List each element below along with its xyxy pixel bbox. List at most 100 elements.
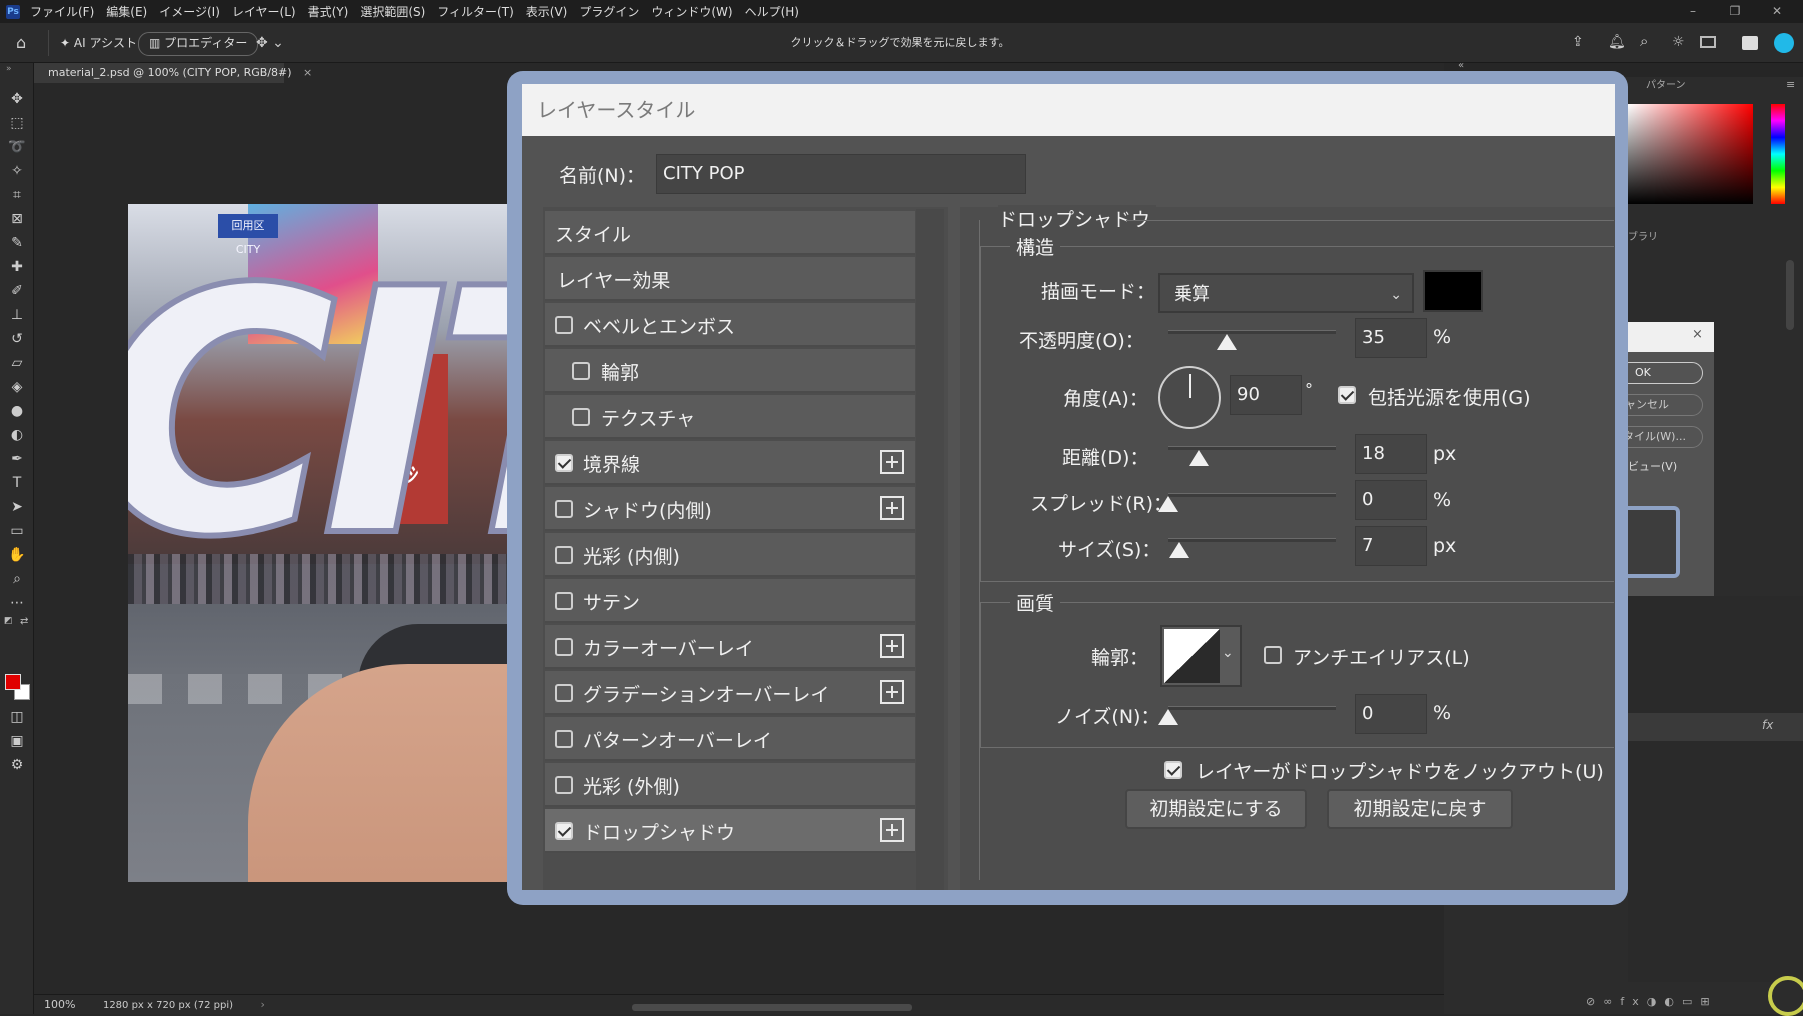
distance-slider-thumb[interactable] xyxy=(1189,450,1209,466)
edit-toolbar-icon[interactable]: ⚙ xyxy=(8,756,26,774)
angle-input[interactable]: 90 xyxy=(1230,375,1302,415)
stroke-checkbox[interactable] xyxy=(555,454,573,472)
noise-slider-track[interactable] xyxy=(1168,706,1336,710)
eraser-tool-icon[interactable]: ▱ xyxy=(8,354,26,372)
style-item-drop-shadow[interactable]: ドロップシャドウ xyxy=(545,809,915,853)
layers-footer-icons[interactable]: ⊘∞fx◑◐▭⊞ xyxy=(1586,995,1796,1013)
default-colors-icon[interactable]: ◩ xyxy=(4,616,16,628)
satin-checkbox[interactable] xyxy=(555,592,573,610)
brush-tool-icon[interactable]: ✐ xyxy=(8,282,26,300)
menu-layer[interactable]: レイヤー(L) xyxy=(232,3,296,20)
reset-default-button[interactable]: 初期設定に戻す xyxy=(1327,789,1513,829)
blur-tool-icon[interactable]: ● xyxy=(8,402,26,420)
menu-plugins[interactable]: プラグイン xyxy=(579,3,639,20)
expand-toolbar-icon[interactable]: » xyxy=(6,64,26,74)
cancel-button-bg[interactable]: ャンセル xyxy=(1618,394,1703,416)
style-item-inner-shadow[interactable]: シャドウ(内側) xyxy=(545,487,915,531)
lightbulb-icon[interactable]: ☼ xyxy=(1672,34,1688,52)
opacity-input[interactable]: 35 xyxy=(1355,318,1427,358)
rectangle-tool-icon[interactable]: ▭ xyxy=(8,522,26,540)
contour-checkbox[interactable] xyxy=(572,362,590,380)
style-item-gradient-overlay[interactable]: グラデーションオーバーレイ xyxy=(545,671,915,715)
gradient-overlay-checkbox[interactable] xyxy=(555,684,573,702)
panel-menu-icon[interactable]: ≡ xyxy=(1786,78,1798,91)
bell-icon[interactable]: 🔔︎ xyxy=(1608,34,1626,52)
inner-shadow-checkbox[interactable] xyxy=(555,500,573,518)
add-gradient-overlay-plus-icon[interactable] xyxy=(880,680,904,704)
share-icon[interactable]: ⇪ xyxy=(1572,34,1588,52)
add-color-overlay-plus-icon[interactable] xyxy=(880,634,904,658)
magic-wand-tool-icon[interactable]: ✧ xyxy=(8,162,26,180)
move-tool-options-icon[interactable]: ✥ ⌄ xyxy=(256,34,296,52)
menu-help[interactable]: ヘルプ(H) xyxy=(745,3,799,20)
menu-edit[interactable]: 編集(E) xyxy=(106,3,147,20)
quick-mask-icon[interactable]: ◫ xyxy=(8,708,26,726)
menu-image[interactable]: イメージ(I) xyxy=(159,3,220,20)
menu-select[interactable]: 選択範囲(S) xyxy=(360,3,425,20)
knockout-checkbox[interactable] xyxy=(1164,761,1182,779)
tab-pattern[interactable]: パターン xyxy=(1646,76,1696,92)
close-window-icon[interactable]: ✕ xyxy=(1762,0,1792,23)
opacity-slider-thumb[interactable] xyxy=(1217,334,1237,350)
spread-input[interactable]: 0 xyxy=(1355,480,1427,520)
size-input[interactable]: 7 xyxy=(1355,526,1427,566)
status-arrow-icon[interactable]: › xyxy=(261,998,265,1011)
new-style-button-bg[interactable]: タイル(W)... xyxy=(1618,426,1703,448)
horizontal-scrollbar[interactable] xyxy=(632,1004,912,1011)
hue-slider[interactable] xyxy=(1771,104,1785,204)
swap-colors-icon[interactable]: ⇄ xyxy=(20,616,32,628)
style-item-color-overlay[interactable]: カラーオーバーレイ xyxy=(545,625,915,669)
scrollbar[interactable] xyxy=(1786,260,1794,330)
name-field[interactable]: CITY POP xyxy=(656,154,1026,194)
workspace-icon[interactable] xyxy=(1700,36,1716,48)
angle-dial[interactable] xyxy=(1158,366,1221,429)
close-tab-icon[interactable]: × xyxy=(303,66,312,79)
screen-mode-icon[interactable]: ▣ xyxy=(8,732,26,750)
stamp-tool-icon[interactable]: ⊥ xyxy=(8,306,26,324)
shadow-color-swatch[interactable] xyxy=(1423,270,1483,312)
search-icon[interactable]: ⌕ xyxy=(1640,32,1656,50)
menu-window[interactable]: ウィンドウ(W) xyxy=(651,3,732,20)
distance-input[interactable]: 18 xyxy=(1355,434,1427,474)
pen-tool-icon[interactable]: ✒ xyxy=(8,450,26,468)
ai-assist-button[interactable]: ✦ AI アシスト xyxy=(60,34,137,52)
style-item-outer-glow[interactable]: 光彩 (外側) xyxy=(545,763,915,807)
style-item-styles[interactable]: スタイル xyxy=(545,211,915,255)
healing-brush-tool-icon[interactable]: ✚ xyxy=(8,258,26,276)
lasso-tool-icon[interactable]: ➰ xyxy=(8,138,26,156)
contour-picker[interactable]: ⌄ xyxy=(1160,625,1242,687)
style-item-layer-effects[interactable]: レイヤー効果 xyxy=(545,257,915,301)
maximize-icon[interactable]: ❐ xyxy=(1720,0,1750,23)
move-tool-icon[interactable]: ✥ xyxy=(8,90,26,108)
home-icon[interactable]: ⌂ xyxy=(16,34,36,52)
history-brush-tool-icon[interactable]: ↺ xyxy=(8,330,26,348)
more-tools-icon[interactable]: ⋯ xyxy=(8,594,26,612)
noise-input[interactable]: 0 xyxy=(1355,694,1427,734)
foreground-color-swatch[interactable] xyxy=(5,674,21,690)
cloud-docs-icon[interactable] xyxy=(1742,36,1758,50)
size-slider-track[interactable] xyxy=(1168,538,1336,542)
dodge-tool-icon[interactable]: ◐ xyxy=(8,426,26,444)
opacity-slider-track[interactable] xyxy=(1168,330,1336,334)
document-tab[interactable]: material_2.psd @ 100% (CITY POP, RGB/8#)… xyxy=(34,63,312,83)
add-stroke-plus-icon[interactable] xyxy=(880,450,904,474)
global-light-checkbox[interactable] xyxy=(1338,386,1356,404)
styles-list-scrollbar[interactable] xyxy=(916,209,944,890)
drop-shadow-checkbox[interactable] xyxy=(555,822,573,840)
property-editor-button[interactable]: ▥ プロエディター xyxy=(138,32,259,56)
add-inner-shadow-plus-icon[interactable] xyxy=(880,496,904,520)
outer-glow-checkbox[interactable] xyxy=(555,776,573,794)
crop-tool-icon[interactable]: ⌗ xyxy=(8,186,26,204)
style-item-pattern-overlay[interactable]: パターンオーバーレイ xyxy=(545,717,915,761)
color-overlay-checkbox[interactable] xyxy=(555,638,573,656)
paint-bucket-tool-icon[interactable]: ◈ xyxy=(8,378,26,396)
make-default-button[interactable]: 初期設定にする xyxy=(1125,789,1307,829)
blend-mode-select[interactable]: 乗算 ⌄ xyxy=(1158,273,1414,313)
bevel-emboss-checkbox[interactable] xyxy=(555,316,573,334)
marquee-tool-icon[interactable]: ⬚ xyxy=(8,114,26,132)
style-item-satin[interactable]: サテン xyxy=(545,579,915,623)
eyedropper-tool-icon[interactable]: ✎ xyxy=(8,234,26,252)
pattern-overlay-checkbox[interactable] xyxy=(555,730,573,748)
minimize-icon[interactable]: – xyxy=(1678,0,1708,23)
size-slider-thumb[interactable] xyxy=(1169,542,1189,558)
